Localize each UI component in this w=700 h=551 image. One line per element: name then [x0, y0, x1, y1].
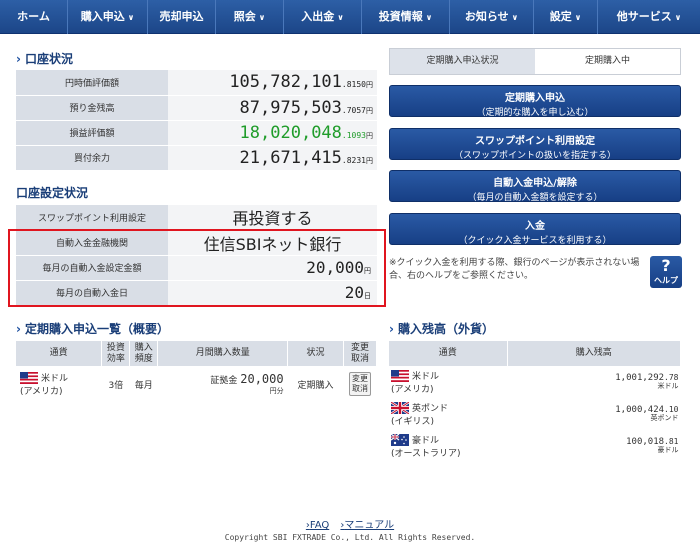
col-currency: 通貨: [389, 341, 508, 366]
table-row: 米ドル (アメリカ) 3倍 毎月 証拠金 20,000 円分 定期購入 変更 取消: [16, 366, 377, 402]
periodic-tabs: 定期購入申込状況 定期購入中: [389, 48, 681, 75]
col-frequency: 購入 頻度: [129, 341, 159, 366]
account-label: 預り金残高: [16, 95, 168, 121]
nav-deposit[interactable]: 入出金 ∨: [284, 0, 362, 34]
change-cancel-button[interactable]: 変更 取消: [349, 372, 371, 396]
periodic-purchase-button[interactable]: 定期購入申込 （定期的な購入を申し込む）: [389, 85, 681, 118]
question-icon: ?: [661, 256, 671, 275]
help-label: ヘルプ: [654, 276, 678, 285]
balance-value: 1,001,292.78 米ドル: [615, 373, 679, 390]
footer-links: ›FAQ ›マニュアル: [0, 516, 700, 531]
balance-currency: 米ドル (アメリカ): [391, 370, 440, 396]
periodic-header: 通貨 投資 効率 購入 頻度 月間購入数量 状況 変更 取消: [16, 341, 377, 366]
table-row: 英ポンド (イギリス) 1,000,424.10 英ポンド: [389, 398, 681, 430]
uk-flag-icon: [391, 402, 409, 415]
table-row: 米ドル (アメリカ) 1,001,292.78 米ドル: [389, 366, 681, 398]
chevron-down-icon: ∨: [425, 12, 433, 22]
swap-setting-button[interactable]: スワップポイント利用設定 （スワップポイントの扱いを指定する）: [389, 128, 681, 161]
us-flag-icon: [391, 370, 409, 383]
faq-link[interactable]: ›FAQ: [306, 520, 329, 531]
help-button[interactable]: ? ヘルプ: [650, 256, 682, 288]
chevron-down-icon: ∨: [674, 12, 682, 22]
periodic-currency: 米ドル (アメリカ): [20, 372, 69, 398]
col-currency: 通貨: [16, 341, 103, 366]
periodic-table: 通貨 投資 効率 購入 頻度 月間購入数量 状況 変更 取消 米ドル (アメリカ)…: [16, 341, 377, 402]
balance-header: 通貨 購入残高: [389, 341, 681, 366]
swap-setting-label: スワップポイント利用設定: [16, 205, 168, 231]
quick-deposit-note: ※クイック入金を利用する際、銀行のページが表示されない場合、右のヘルプをご参照く…: [389, 258, 640, 281]
nav-purchase[interactable]: 購入申込 ∨: [68, 0, 148, 34]
balance-currency: 豪ドル (オーストラリア): [391, 434, 461, 460]
col-status: 状況: [287, 341, 344, 366]
account-label: 損益評価額: [16, 120, 168, 146]
manual-link[interactable]: ›マニュアル: [340, 520, 394, 531]
periodic-efficiency: 3倍: [108, 380, 124, 391]
account-value: 18,020,048.1093円: [168, 120, 377, 146]
col-balance: 購入残高: [507, 341, 681, 366]
balance-value: 1,000,424.10 英ポンド: [615, 405, 679, 422]
account-value: 87,975,503.7057円: [168, 95, 377, 121]
periodic-frequency: 毎月: [134, 380, 153, 391]
auto-deposit-button[interactable]: 自動入金申込/解除 （毎月の自動入金額を設定する）: [389, 170, 681, 203]
account-row: 損益評価額 18,020,048.1093円: [16, 120, 377, 146]
balance-table: 通貨 購入残高 米ドル (アメリカ) 1,001,292.78 米ドル 英ポンド (イ…: [389, 341, 681, 462]
us-flag-icon: [20, 372, 38, 385]
tab-periodic-status[interactable]: 定期購入申込状況: [390, 49, 535, 74]
col-quantity: 月間購入数量: [157, 341, 289, 366]
balance-value: 100,018.81 豪ドル: [626, 437, 679, 454]
balance-title: › 購入残高（外貨）: [389, 322, 494, 336]
swap-setting-value: 再投資する: [168, 205, 377, 231]
account-value: 21,671,415.8231円: [168, 145, 377, 171]
periodic-quantity: 証拠金 20,000 円分: [210, 372, 284, 395]
copyright: Copyright SBI FXTRADE Co., Ltd. All Righ…: [224, 533, 476, 542]
chevron-down-icon: ∨: [574, 12, 582, 22]
account-row: 円時価評価額 105,782,101.8150円: [16, 70, 377, 96]
au-flag-icon: [391, 434, 409, 447]
table-row: 豪ドル (オーストラリア) 100,018.81 豪ドル: [389, 430, 681, 462]
top-nav: ホーム 購入申込 ∨ 売却申込 照会 ∨ 入出金 ∨ 投資情報 ∨ お知らせ ∨ 設定 ∨ …: [0, 0, 700, 34]
chevron-down-icon: ∨: [337, 12, 344, 22]
nav-news[interactable]: お知らせ ∨: [450, 0, 534, 34]
account-label: 買付余力: [16, 145, 168, 171]
chevron-right-icon: ›: [16, 322, 21, 336]
account-table: 円時価評価額 105,782,101.8150円 預り金残高 87,975,50…: [16, 70, 377, 171]
account-row: 買付余力 21,671,415.8231円: [16, 145, 377, 171]
chevron-down-icon: ∨: [258, 12, 266, 22]
periodic-status: 定期購入: [297, 380, 334, 391]
periodic-list-title: › 定期購入申込一覧（概要）: [16, 322, 169, 336]
highlight-box: [8, 229, 386, 307]
nav-home[interactable]: ホーム: [0, 0, 68, 34]
nav-other-services[interactable]: 他サービス ∨: [598, 0, 700, 34]
tab-periodic-active[interactable]: 定期購入中: [535, 49, 680, 74]
deposit-button[interactable]: 入金 （クイック入金サービスを利用する）: [389, 213, 681, 246]
settings-row: スワップポイント利用設定 再投資する: [16, 205, 377, 231]
account-value: 105,782,101.8150円: [168, 70, 377, 96]
nav-investment-info[interactable]: 投資情報 ∨: [362, 0, 450, 34]
account-row: 預り金残高 87,975,503.7057円: [16, 95, 377, 121]
nav-inquiry[interactable]: 照会 ∨: [216, 0, 284, 34]
settings-section-title: 口座設定状況: [16, 186, 89, 200]
col-efficiency: 投資 効率: [101, 341, 131, 366]
nav-sell[interactable]: 売却申込: [148, 0, 216, 34]
chevron-down-icon: ∨: [127, 12, 135, 22]
chevron-right-icon: ›: [16, 52, 21, 66]
periodic-action: 変更 取消: [344, 366, 377, 402]
chevron-down-icon: ∨: [511, 12, 519, 22]
chevron-right-icon: ›: [389, 322, 394, 336]
nav-settings[interactable]: 設定 ∨: [534, 0, 598, 34]
balance-currency: 英ポンド (イギリス): [391, 402, 449, 428]
account-section-title: › 口座状況: [16, 52, 73, 66]
col-action: 変更 取消: [343, 341, 377, 366]
account-label: 円時価評価額: [16, 70, 168, 96]
